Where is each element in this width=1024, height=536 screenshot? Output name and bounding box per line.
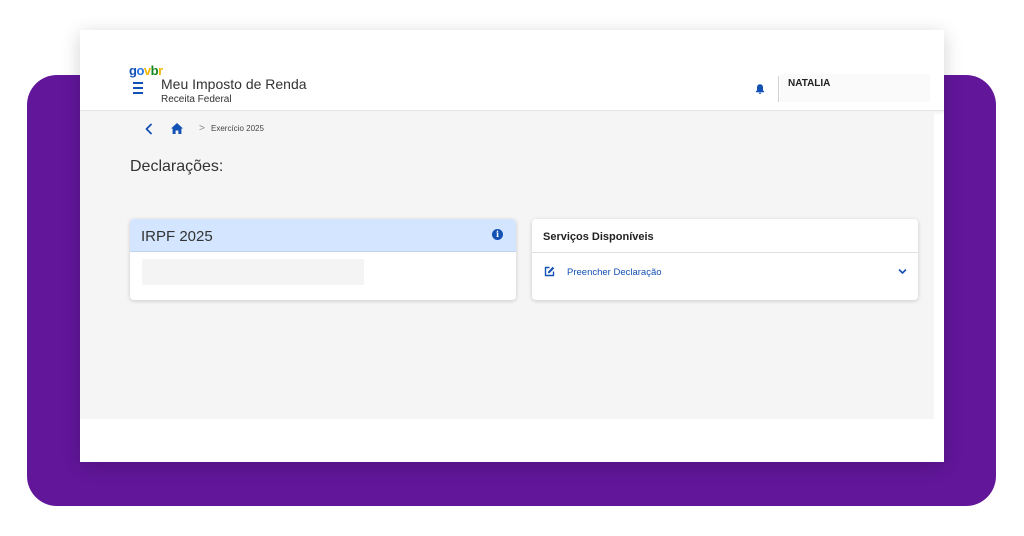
- main-content: > Exercício 2025 Declarações: IRPF 2025 …: [80, 111, 934, 419]
- menu-icon-bar: [133, 82, 143, 84]
- breadcrumb-separator: >: [199, 123, 205, 134]
- loading-placeholder: [142, 259, 364, 285]
- menu-icon[interactable]: [133, 82, 147, 96]
- declaration-card: IRPF 2025 i: [130, 219, 516, 300]
- declaration-card-header[interactable]: IRPF 2025 i: [130, 219, 516, 252]
- logo-letter-o: o: [136, 63, 144, 78]
- services-title: Serviços Disponíveis: [543, 231, 654, 243]
- logo-letter-v: v: [143, 63, 151, 78]
- service-item-label: Preencher Declaração: [567, 267, 662, 278]
- edit-icon: [544, 266, 555, 277]
- bell-icon[interactable]: [754, 83, 766, 95]
- chevron-left-icon[interactable]: [144, 123, 154, 135]
- logo-letter-b: b: [150, 63, 159, 78]
- app-window: govbr Meu Imposto de Renda Receita Feder…: [80, 30, 944, 462]
- header: govbr Meu Imposto de Renda Receita Feder…: [80, 30, 944, 111]
- declaration-title: IRPF 2025: [141, 228, 213, 245]
- app-title: Meu Imposto de Renda: [161, 76, 307, 92]
- page-title: Declarações:: [130, 158, 224, 175]
- user-name[interactable]: NATALIA: [788, 78, 830, 89]
- app-subtitle: Receita Federal: [161, 94, 232, 105]
- services-card-header: Serviços Disponíveis: [532, 219, 918, 253]
- menu-icon-bar: [133, 87, 143, 89]
- home-icon[interactable]: [170, 122, 184, 135]
- govbr-logo[interactable]: govbr: [129, 64, 163, 77]
- user-separator: [778, 76, 779, 102]
- service-item-fill-declaration[interactable]: Preencher Declaração: [532, 254, 918, 290]
- stage: govbr Meu Imposto de Renda Receita Feder…: [0, 0, 1024, 536]
- chevron-down-icon[interactable]: [898, 267, 907, 276]
- info-icon[interactable]: i: [492, 229, 503, 240]
- menu-icon-bar: [133, 92, 143, 94]
- services-card: Serviços Disponíveis Preencher Declaraçã…: [532, 219, 918, 300]
- breadcrumb-current: Exercício 2025: [211, 124, 264, 133]
